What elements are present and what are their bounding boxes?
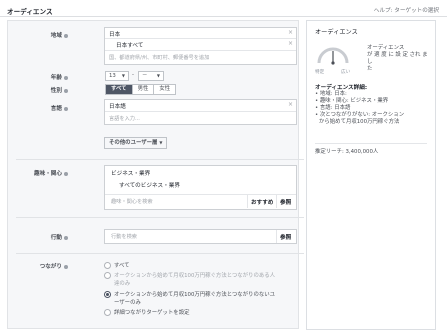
language-divider	[105, 111, 296, 112]
section-divider	[16, 253, 304, 254]
connection-option-all[interactable]: すべて	[104, 261, 130, 269]
connection-option-not-connected[interactable]: オークションから始めて月収100万円稼ぐ方法とつながりのないユ ーザーのみ	[104, 290, 294, 306]
radio-button-selected[interactable]	[104, 290, 111, 298]
behaviors-box[interactable]: 行動を検索 参照	[104, 229, 297, 244]
language-label: 言語	[8, 104, 68, 112]
gauge-left-label: 特定	[315, 70, 325, 75]
estimated-reach: 推定リーチ: 3,400,000人	[315, 149, 379, 155]
section-divider	[16, 217, 304, 218]
location-row-divider	[105, 38, 296, 39]
gender-option-all[interactable]: すべて	[106, 85, 133, 94]
info-icon[interactable]	[64, 75, 68, 80]
gauge-right-label: 広い	[341, 70, 351, 75]
connection-option-advanced[interactable]: 詳細つながりターゲットを設定	[104, 308, 189, 316]
age-label: 年齢	[8, 73, 68, 81]
browse-button[interactable]: 参照	[280, 233, 291, 241]
location-country: 日本	[109, 32, 121, 38]
chevron-down-icon: ▼	[156, 73, 160, 78]
radio-button[interactable]	[104, 271, 111, 279]
location-label: 地域	[8, 31, 68, 39]
section-divider	[16, 159, 304, 160]
interests-label: 趣味・関心	[8, 169, 68, 177]
language-box[interactable]: 日本語 × 言語を入力...	[104, 99, 297, 125]
age-max-select[interactable]: － ▼	[138, 71, 164, 81]
connections-label: つながり	[8, 262, 68, 270]
location-search-input[interactable]: 国、都道府県/州、市町村、郵便番号を追加	[109, 54, 209, 61]
gender-option-male[interactable]: 男性	[132, 85, 155, 94]
sidebar-divider	[315, 143, 427, 144]
browse-button[interactable]: 参照	[280, 198, 291, 206]
info-icon[interactable]	[64, 235, 68, 240]
details-item: • 地域: 日本:	[315, 91, 347, 97]
close-icon[interactable]: ×	[288, 29, 293, 36]
details-heading: オーディエンス詳細:	[315, 85, 368, 91]
age-min-select[interactable]: 13 ▼	[105, 71, 129, 81]
interests-divider	[105, 194, 296, 195]
gender-segmented-control: すべて 男性 女性	[105, 84, 177, 95]
details-item-continued: から始めて月収100万円稼ぐ方法	[319, 119, 400, 125]
suggestions-button[interactable]: おすすめ	[251, 198, 273, 206]
sidebar-title: オーディエンス	[315, 29, 358, 36]
info-icon[interactable]	[64, 106, 68, 111]
info-icon[interactable]	[64, 88, 68, 93]
gauge-description: オーディエンス が 適 度 に 設 定 され まし た	[367, 45, 428, 72]
interests-sep-2	[276, 195, 277, 208]
interests-box[interactable]: ビジネス・業界 すべてのビジネス・業界 趣味・関心を検索 おすすめ 参照	[104, 165, 297, 210]
radio-button[interactable]	[104, 261, 111, 269]
interests-category: ビジネス・業界	[111, 171, 151, 177]
behaviors-sep	[276, 230, 277, 243]
help-link[interactable]: ヘルプ: ターゲットの選択	[374, 6, 439, 14]
behaviors-search-input[interactable]: 行動を検索	[111, 233, 137, 240]
chevron-down-icon: ▼	[121, 73, 125, 78]
radio-button[interactable]	[104, 308, 111, 316]
close-icon[interactable]: ×	[288, 101, 293, 108]
location-subitem: 日本すべて	[116, 43, 144, 49]
audience-definition-panel: オーディエンス 特定 広い オーディエンス が 適 度 に 設 定 され まし …	[306, 20, 436, 330]
info-icon[interactable]	[64, 33, 68, 38]
details-list: • 地域: 日本: • 趣味・関心: ビジネス・業界 • 言語: 日本語 • 次…	[315, 91, 431, 126]
page-title: オーディエンス	[7, 8, 53, 16]
location-box[interactable]: 日本 × 日本すべて × 国、都道府県/州、市町村、郵便番号を追加	[104, 27, 297, 65]
close-icon[interactable]: ×	[288, 40, 293, 47]
audience-gauge	[317, 47, 349, 65]
details-item: • 次とつながりがない: オークション	[315, 112, 405, 118]
behaviors-label: 行動	[8, 233, 68, 241]
info-icon[interactable]	[64, 264, 68, 269]
gauge-pivot	[331, 61, 335, 65]
location-input-divider	[105, 50, 296, 51]
interests-subitem: すべてのビジネス・業界	[119, 183, 180, 189]
connection-option-connected[interactable]: オークションから始めて月収100万円稼ぐ方法とつながりのある人 達のみ	[104, 271, 294, 287]
details-item: • 言語: 日本語	[315, 105, 351, 111]
gender-option-female[interactable]: 女性	[154, 85, 176, 94]
details-item: • 趣味・関心: ビジネス・業界	[315, 98, 389, 104]
language-input[interactable]: 言語を入力...	[109, 115, 140, 122]
audience-form: 地域 日本 × 日本すべて × 国、都道府県/州、市町村、郵便番号を追加 年齢 …	[7, 20, 304, 329]
age-separator: -	[132, 72, 134, 78]
interests-search-input[interactable]: 趣味・関心を検索	[111, 198, 153, 205]
language-value: 日本語	[109, 104, 126, 110]
gender-label: 性別	[8, 86, 68, 94]
interests-sep-1	[247, 195, 248, 208]
more-demographics-button[interactable]: その他のユーザー層 ▼	[104, 137, 168, 149]
info-icon[interactable]	[64, 171, 68, 176]
header-divider	[0, 16, 447, 17]
chevron-down-icon: ▼	[159, 140, 163, 145]
